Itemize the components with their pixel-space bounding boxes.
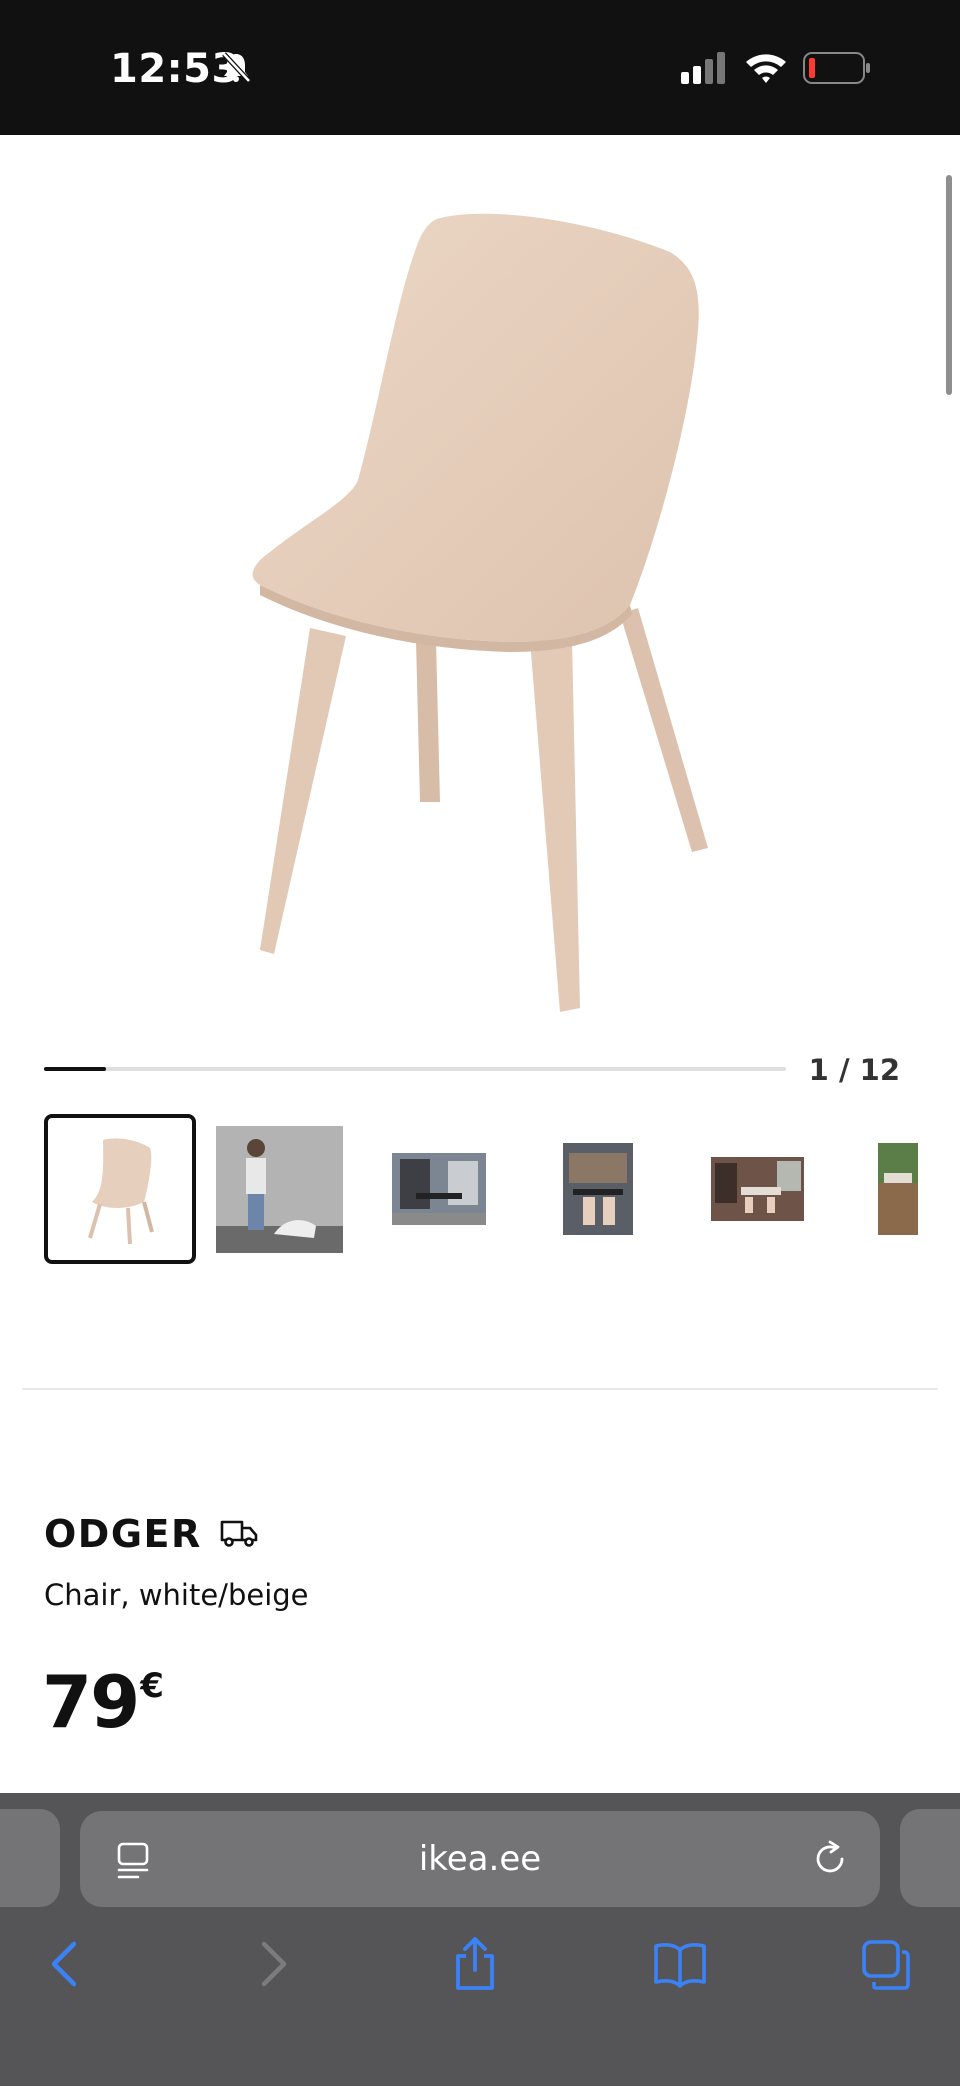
price-currency: € [140,1666,164,1706]
wifi-icon [744,50,788,89]
browser-toolbar: ikea.ee [0,1793,960,2086]
thumbnail-3[interactable] [392,1153,486,1225]
status-bar: 12:53 [0,0,960,135]
url-text: ikea.ee [418,1839,542,1879]
thumbnail-6[interactable] [878,1143,918,1235]
thumbnail-5[interactable] [711,1157,804,1221]
browser-nav-row [0,1936,960,2006]
scroll-indicator [946,175,952,395]
cellular-signal-icon [680,52,730,89]
section-divider [22,1388,938,1390]
address-bar[interactable]: ikea.ee [80,1811,880,1907]
product-price: 79€ [42,1660,164,1744]
bookmarks-icon[interactable] [652,1936,708,1997]
product-description: Chair, white/beige [44,1578,309,1612]
thumbnail-4[interactable] [563,1143,633,1235]
back-icon[interactable] [46,1936,82,1997]
reload-icon[interactable] [810,1839,850,1884]
bell-muted-icon [220,50,252,89]
share-icon[interactable] [452,1936,498,1997]
gallery-progress-bar [44,1067,786,1071]
product-name: ODGER [44,1512,202,1556]
forward-icon[interactable] [256,1936,292,1997]
product-main-image[interactable] [230,200,730,1020]
price-amount: 79 [42,1660,140,1744]
gallery-page-counter: 1 / 12 [808,1053,900,1087]
tabs-overview-icon[interactable] [860,1936,912,1997]
thumbnail-2[interactable] [216,1126,343,1253]
previous-tab-preview[interactable] [0,1809,60,1907]
battery-icon [803,52,871,89]
next-tab-preview[interactable] [900,1809,960,1907]
product-title-row: ODGER [44,1512,258,1556]
gallery-progress-fill [44,1067,106,1071]
delivery-truck-icon [220,1518,258,1553]
thumbnail-1-selected[interactable] [44,1114,196,1264]
